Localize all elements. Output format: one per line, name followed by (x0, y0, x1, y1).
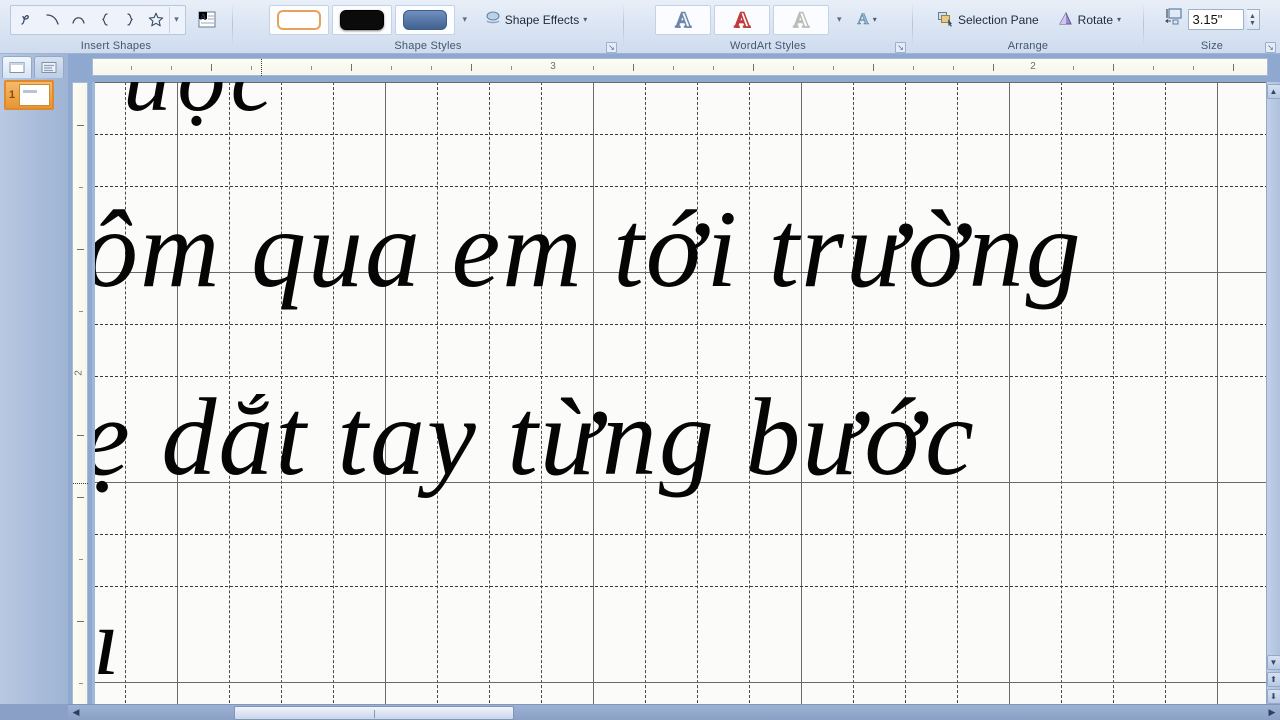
shape-style-thumb-2[interactable] (331, 4, 392, 35)
selection-pane-icon (937, 10, 954, 30)
previous-slide-button[interactable]: ⬆ (1266, 672, 1280, 687)
selection-pane-button[interactable]: Selection Pane (933, 7, 1043, 33)
chevron-down-icon[interactable]: ▾ (1117, 15, 1121, 24)
vertical-ruler[interactable]: 2 (72, 82, 88, 708)
powerpoint-window: ▾ A Insert Shapes ▾ Shape Effects ▾ Shap… (0, 0, 1280, 720)
selection-pane-label: Selection Pane (957, 12, 1039, 27)
slides-pane: 1 (0, 54, 68, 720)
ribbon-group-shape-styles: ▾ Shape Effects ▾ Shape Styles ↘ (233, 0, 623, 54)
text-box-icon[interactable]: A (192, 5, 222, 35)
star-icon[interactable] (143, 7, 169, 33)
workspace: 1 3 2 2 ôm qua em tới trường ẹ dắt tay t… (0, 54, 1280, 720)
ribbon-group-size: 3.15" ▲ ▼ Size ↘ (1144, 0, 1280, 54)
rotate-icon (1057, 10, 1074, 30)
scroll-up-button[interactable]: ▲ (1266, 84, 1280, 99)
shape-style-thumb-1[interactable] (268, 4, 329, 35)
wordart-styles-dialog-launcher[interactable]: ↘ (895, 42, 906, 53)
left-indent-marker[interactable] (261, 59, 262, 76)
horizontal-scrollbar[interactable]: ◀ ▶ (68, 704, 1280, 720)
insert-shapes-more-button[interactable]: ▾ (169, 6, 183, 33)
horizontal-ruler[interactable]: 3 2 (92, 58, 1268, 76)
shape-height-input[interactable]: 3.15" (1187, 9, 1244, 30)
outline-tab[interactable] (34, 56, 64, 78)
shape-styles-dialog-launcher[interactable]: ↘ (606, 42, 617, 53)
handwriting-line-1: ôm qua em tới trường (92, 188, 1083, 310)
handwriting-line-2: ẹ dắt tay từng bước (92, 376, 976, 498)
shape-height-icon (1164, 7, 1185, 32)
slide-thumbnail-1[interactable]: 1 (4, 80, 54, 110)
slide-number: 1 (8, 89, 16, 101)
ribbon-group-wordart-styles: A A A ▾ A ▾ WordArt Styles ↘ (624, 0, 912, 54)
scroll-left-button[interactable]: ◀ (68, 707, 84, 718)
wordart-styles-more-button[interactable]: ▾ (832, 5, 846, 35)
ruler-label: 2 (73, 370, 85, 376)
shape-height-spinner[interactable]: ▲ ▼ (1246, 9, 1260, 30)
rotate-button[interactable]: Rotate ▾ (1053, 7, 1125, 33)
chevron-down-icon[interactable]: ▾ (873, 15, 877, 24)
ribbon-group-insert-shapes: ▾ A Insert Shapes (0, 0, 232, 54)
horizontal-scroll-track[interactable] (84, 705, 1264, 720)
insert-shapes-gallery[interactable]: ▾ (10, 4, 186, 35)
svg-text:A: A (200, 12, 207, 22)
right-brace-icon[interactable] (117, 7, 143, 33)
arc-icon[interactable] (65, 7, 91, 33)
ruler-label: 3 (550, 61, 556, 72)
shape-effects-label: Shape Effects (504, 12, 580, 27)
spinner-down-icon[interactable]: ▼ (1249, 20, 1256, 27)
horizontal-scroll-thumb[interactable] (234, 705, 514, 720)
handwriting-line-clipped-bottom: ı (93, 588, 122, 695)
group-label-arrange: Arrange (1007, 40, 1049, 52)
slides-pane-tabs (2, 56, 64, 78)
shape-effects-button[interactable]: Shape Effects ▾ (481, 7, 592, 33)
vertical-scrollbar[interactable]: ▲ ▼ ⬆ ⬇ (1266, 82, 1280, 708)
shape-styles-more-button[interactable]: ▾ (458, 5, 472, 35)
spinner-up-icon[interactable]: ▲ (1249, 13, 1256, 20)
next-slide-button[interactable]: ⬇ (1266, 689, 1280, 704)
scroll-down-button[interactable]: ▼ (1266, 655, 1280, 670)
rotate-label: Rotate (1077, 12, 1114, 27)
slide-preview (19, 84, 50, 106)
left-brace-icon[interactable] (91, 7, 117, 33)
slides-tab[interactable] (2, 56, 32, 78)
chevron-down-icon[interactable]: ▾ (583, 15, 587, 24)
scroll-right-button[interactable]: ▶ (1264, 707, 1280, 718)
scrollbar-corner (0, 704, 68, 720)
wordart-glyph: A (793, 6, 810, 32)
wordart-style-thumb-2[interactable]: A (714, 4, 771, 35)
wordart-glyph: A (675, 6, 692, 32)
handwriting-line-clipped-top: ược (123, 82, 1268, 126)
slides-icon (9, 61, 25, 73)
wordart-style-thumb-3[interactable]: A (773, 4, 830, 35)
outline-icon (41, 61, 57, 73)
text-fill-button[interactable]: A ▾ (853, 7, 881, 33)
group-label-shape-styles: Shape Styles (394, 40, 462, 52)
group-label-wordart-styles: WordArt Styles (730, 40, 806, 52)
group-label-size: Size (1200, 40, 1224, 52)
wordart-glyph: A (733, 6, 751, 32)
ribbon-group-arrange: Selection Pane Rotate ▾ Arrange (913, 0, 1143, 54)
vertical-indent-marker[interactable] (73, 483, 88, 484)
text-fill-icon: A (857, 10, 869, 28)
shape-effects-icon (485, 10, 501, 29)
ribbon-drawing-tools: ▾ A Insert Shapes ▾ Shape Effects ▾ Shap… (0, 0, 1280, 54)
scribble-icon[interactable] (13, 7, 39, 33)
wordart-style-thumb-1[interactable]: A (655, 4, 712, 35)
group-label-insert-shapes: Insert Shapes (80, 40, 152, 52)
curve-icon[interactable] (39, 7, 65, 33)
size-dialog-launcher[interactable]: ↘ (1265, 42, 1276, 53)
shape-style-thumb-3[interactable] (394, 4, 455, 35)
shape-height-control[interactable]: 3.15" ▲ ▼ (1164, 7, 1260, 32)
ruler-label: 2 (1030, 61, 1036, 72)
slide-canvas[interactable]: ược ôm qua em tới trường ẹ dắt tay từng … (92, 82, 1268, 708)
